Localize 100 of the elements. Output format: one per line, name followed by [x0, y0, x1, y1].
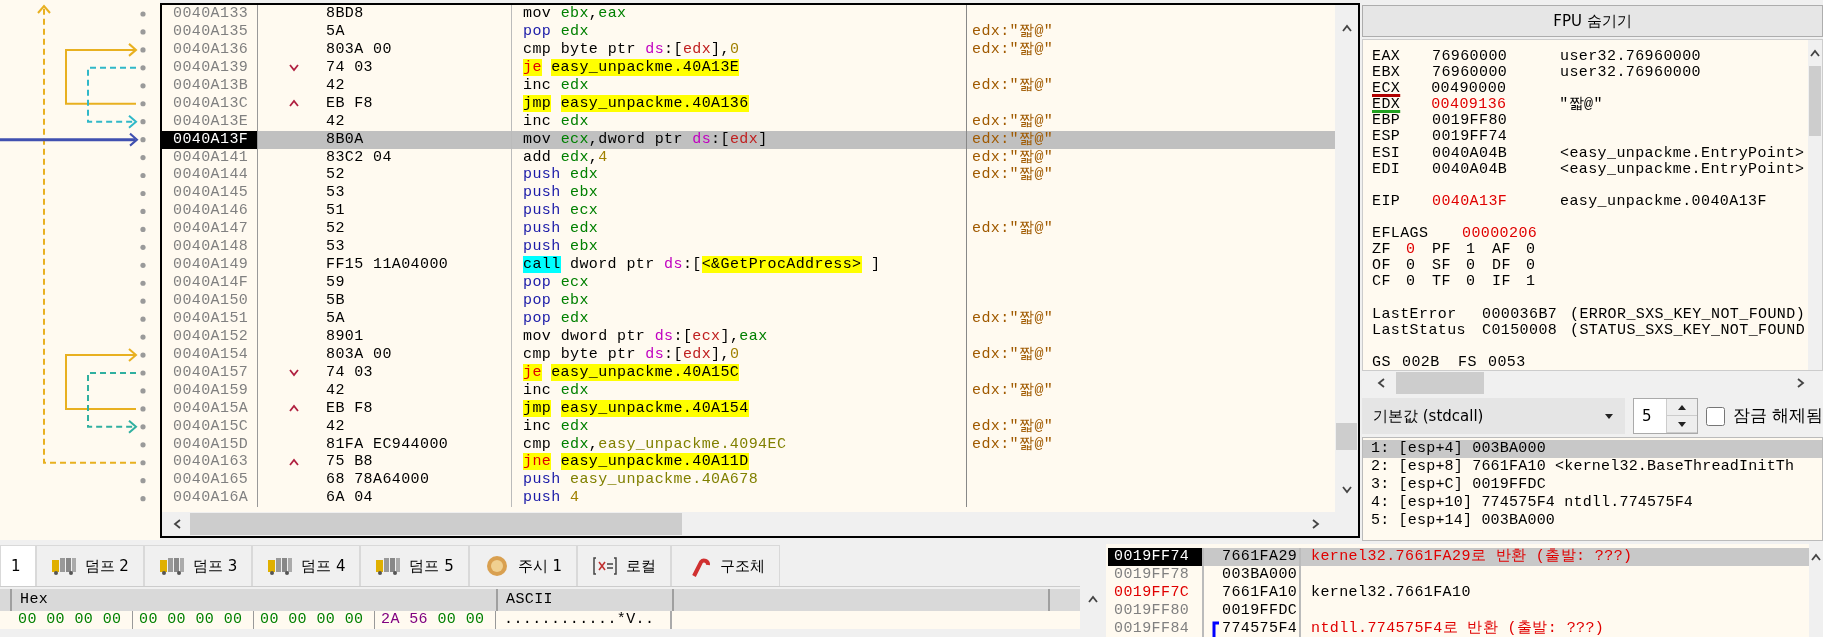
opcode-bytes: 52	[326, 220, 345, 239]
argument-row[interactable]: 5: [esp+14] 003BA000	[1363, 512, 1822, 530]
breakpoint-dot[interactable]	[140, 119, 146, 125]
breakpoint-dot[interactable]	[140, 47, 146, 53]
breakpoint-dot[interactable]	[140, 137, 146, 143]
chevron-up-icon	[288, 456, 300, 468]
address-cell: 0040A15D	[162, 435, 258, 454]
opcode-bytes: 803A 00	[326, 40, 392, 59]
breakpoint-dot[interactable]	[140, 83, 146, 89]
breakpoint-dot[interactable]	[140, 388, 146, 394]
scroll-thumb[interactable]	[1336, 423, 1357, 450]
breakpoint-dot[interactable]	[140, 208, 146, 215]
opcode-bytes: EB F8	[326, 399, 373, 418]
dump-tab[interactable]: 로컬	[577, 545, 672, 586]
opcode-bytes: 5B	[326, 292, 345, 310]
breakpoint-dot[interactable]	[140, 406, 146, 412]
stack-address: 0019FF78	[1113, 566, 1191, 584]
instruction-cell: jne easy_unpackme.40A11D	[512, 453, 967, 472]
comment-cell-text: edx:"짧@"	[971, 130, 1055, 149]
breakpoint-dot[interactable]	[140, 172, 146, 179]
breakpoint-dot[interactable]	[140, 190, 146, 197]
breakpoint-dot[interactable]	[140, 155, 146, 161]
breakpoint-dot[interactable]	[140, 370, 146, 376]
instruction-cell: pop ecx	[512, 274, 967, 292]
scrollbar[interactable]	[1808, 40, 1822, 370]
comment-cell-text: edx:"짧@"	[971, 22, 1055, 41]
dump-tab[interactable]: 주시 1	[468, 545, 578, 586]
chevron-down-icon	[288, 62, 300, 74]
argument-row[interactable]: 2: [esp+8] 7661FA10 <kernel32.BaseThreadInitTh	[1363, 458, 1822, 476]
breakpoint-dot[interactable]	[140, 280, 146, 286]
register-comment: <easy_unpackme.EntryPoint>	[1560, 145, 1805, 162]
stack-address: 0019FF84	[1113, 620, 1191, 637]
hex-group: 00 00 00 00	[133, 611, 254, 629]
flag-name: CF	[1372, 274, 1392, 291]
flag-value: 0	[1526, 242, 1537, 259]
register-value: 00409136	[1431, 97, 1508, 114]
breakpoint-dot[interactable]	[140, 316, 146, 322]
register-value: 0019FF74	[1432, 129, 1509, 146]
scrollbar[interactable]	[1809, 544, 1823, 637]
argument-row[interactable]: 3: [esp+C] 0019FFDC	[1363, 476, 1822, 494]
disassembly-row[interactable]: 0040A13F 8B0A mov ecx,dword ptr ds:[edx] edx:"짧@"	[162, 130, 1335, 149]
opcode-bytes: 42	[326, 381, 345, 400]
scroll-thumb[interactable]	[1809, 66, 1821, 136]
address-cell: 0040A13F	[162, 130, 258, 149]
convention-select[interactable]: 기본값 (stdcall)	[1362, 398, 1626, 434]
opcode-bytes: 53	[326, 238, 345, 257]
breakpoint-dot[interactable]	[140, 29, 146, 35]
breakpoint-dot[interactable]	[140, 65, 146, 71]
status-name: LastStatus	[1372, 322, 1467, 339]
address-cell: 0040A144	[162, 166, 258, 185]
lock-checkbox[interactable]	[1705, 406, 1725, 426]
breakpoint-dot[interactable]	[140, 244, 146, 250]
dump-tab[interactable]: 덤프 5	[360, 545, 469, 586]
dump-tab[interactable]: 구조체	[671, 545, 781, 586]
comment-cell-text: edx:"짧@"	[971, 76, 1055, 95]
fpu-toggle-button[interactable]: FPU 숨기기	[1362, 5, 1823, 37]
address-cell: 0040A147	[162, 220, 258, 239]
breakpoint-dot[interactable]	[140, 442, 146, 448]
scroll-thumb[interactable]	[1396, 372, 1484, 394]
register-comment: "짧@"	[1559, 97, 1603, 114]
breakpoint-dot[interactable]	[140, 424, 146, 430]
dump-tab[interactable]: 덤프 3	[143, 545, 253, 586]
scroll-thumb[interactable]	[190, 513, 682, 535]
breakpoint-dot[interactable]	[140, 262, 146, 268]
argument-count-spinner[interactable]: 5	[1633, 398, 1698, 434]
dump-tab[interactable]: 덤프 2	[35, 545, 144, 586]
address-cell: 0040A133	[162, 5, 258, 23]
breakpoint-dot[interactable]	[140, 478, 146, 484]
spin-up-icon[interactable]	[1676, 403, 1687, 411]
comment-cell-text: edx:"짧@"	[971, 345, 1055, 364]
dump-tab[interactable]: 1	[0, 545, 36, 586]
register-name: ESI	[1372, 145, 1402, 162]
argument-row[interactable]: 4: [esp+10] 774575F4 ntdll.774575F4	[1363, 494, 1822, 512]
opcode-bytes: 75 B8	[326, 453, 373, 472]
spin-down-icon[interactable]	[1676, 420, 1687, 428]
opcode-bytes: 52	[326, 166, 345, 185]
truck-icon	[375, 555, 402, 577]
breakpoint-dot[interactable]	[140, 334, 146, 340]
breakpoint-dot[interactable]	[140, 460, 146, 466]
scroll-down-icon[interactable]	[1340, 484, 1353, 496]
address-cell: 0040A154	[162, 345, 258, 364]
truck-icon	[267, 555, 294, 577]
dump-tab[interactable]: 덤프 4	[252, 545, 361, 586]
breakpoint-dot[interactable]	[140, 352, 146, 358]
breakpoint-dot[interactable]	[140, 298, 146, 304]
breakpoint-dot[interactable]	[140, 496, 146, 502]
scrollbar[interactable]	[1335, 5, 1358, 512]
address-cell: 0040A135	[162, 22, 258, 41]
hex-group: 2A 56 00 00	[375, 611, 496, 629]
breakpoint-dot[interactable]	[140, 101, 146, 107]
scrollbar[interactable]	[162, 512, 1358, 536]
instruction-cell: je easy_unpackme.40A15C	[512, 363, 967, 382]
segment-value: 002B	[1402, 354, 1441, 370]
address-cell: 0040A13E	[162, 112, 258, 131]
breakpoint-dot[interactable]	[140, 11, 146, 17]
opcode-bytes: 51	[326, 202, 345, 221]
breakpoint-dot[interactable]	[140, 226, 146, 232]
opcode-bytes: 83C2 04	[326, 148, 392, 167]
argument-row[interactable]: 1: [esp+4] 003BA000	[1363, 440, 1822, 458]
opcode-bytes: 5A	[326, 22, 345, 41]
